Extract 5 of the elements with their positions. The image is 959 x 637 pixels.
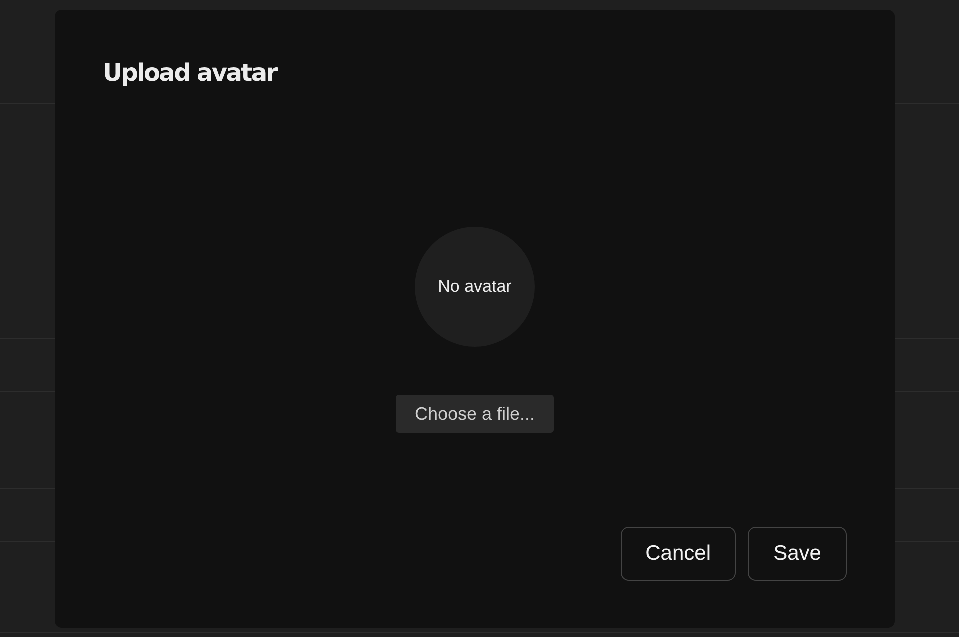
dialog-title: Upload avatar: [103, 62, 277, 84]
choose-file-button[interactable]: Choose a file...: [396, 395, 554, 433]
save-button[interactable]: Save: [748, 527, 847, 581]
avatar-label: No avatar: [438, 277, 512, 297]
cancel-button[interactable]: Cancel: [620, 527, 736, 581]
